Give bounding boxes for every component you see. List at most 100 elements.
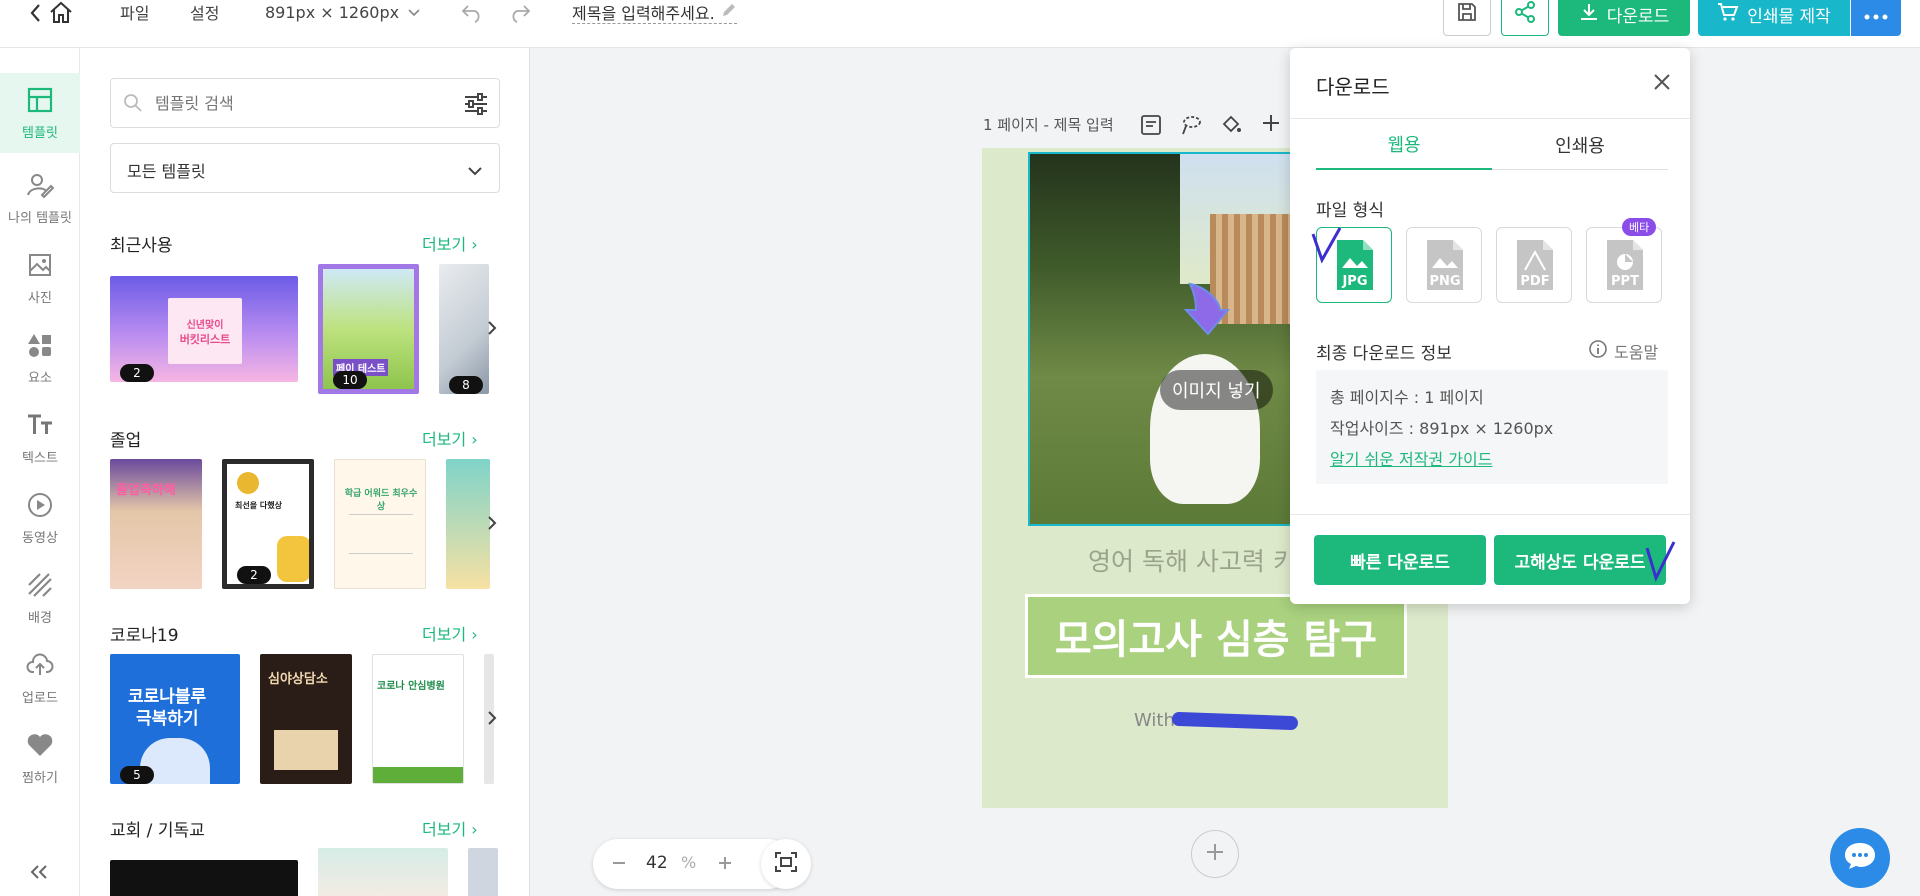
share-button[interactable]	[1501, 0, 1549, 36]
thumb-text: 코로나 안심병원	[377, 681, 445, 692]
text-icon	[26, 411, 54, 447]
collapse-sidebar-icon[interactable]	[28, 864, 50, 884]
sidebar-item-background[interactable]: 배경	[0, 563, 80, 633]
template-icon	[26, 86, 54, 122]
thumb-text: 심야상담소	[268, 672, 328, 687]
add-page-button[interactable]	[1191, 830, 1239, 878]
carousel-next-icon[interactable]	[482, 513, 502, 533]
with-text[interactable]: With	[1134, 710, 1175, 731]
photo-frame[interactable]: 이미지 넣기	[1028, 152, 1292, 526]
final-info-label: 최종 다운로드 정보	[1316, 344, 1452, 364]
hq-download-button[interactable]: 고해상도 다운로드	[1494, 535, 1666, 585]
add-page-icon[interactable]	[1260, 112, 1282, 138]
help-link[interactable]: 도움말	[1588, 339, 1658, 363]
more-link[interactable]: 더보기 ›	[422, 231, 478, 255]
template-thumbnail[interactable]: 심야상담소	[260, 654, 352, 784]
tab-web[interactable]: 웹용	[1316, 120, 1492, 170]
back-icon[interactable]	[28, 2, 44, 24]
template-thumbnail[interactable]: 학급 어워드 최우수상	[334, 459, 426, 589]
more-link[interactable]: 더보기 ›	[422, 816, 478, 840]
size-dropdown[interactable]: 891px × 1260px	[265, 0, 421, 24]
headline-box[interactable]: 모의고사 심층 탐구	[1025, 594, 1407, 678]
save-button[interactable]	[1443, 0, 1491, 36]
design-subtitle[interactable]: 영어 독해 사고력 키	[1088, 542, 1296, 578]
menu-file[interactable]: 파일	[120, 0, 149, 24]
sidebar-item-upload[interactable]: 업로드	[0, 643, 80, 713]
format-pdf[interactable]: PDF	[1496, 227, 1572, 303]
download-modal: 다운로드 웹용 인쇄용 파일 형식 JPG PNG PDF PPT 베타 최종 …	[1290, 48, 1690, 604]
section-title: 졸업	[110, 431, 142, 451]
template-thumbnail[interactable]: 코로나 안심병원	[372, 654, 464, 784]
select-value: 모든 템플릿	[127, 162, 206, 181]
zoom-in-icon[interactable]	[715, 853, 735, 877]
search-input[interactable]	[155, 91, 435, 115]
heart-icon	[26, 731, 54, 767]
sidebar-item-element[interactable]: 요소	[0, 323, 80, 393]
more-label: 더보기	[422, 625, 467, 644]
chevron-right-icon: ›	[471, 430, 478, 449]
sidebar-item-photo[interactable]: 사진	[0, 243, 80, 313]
design-headline: 모의고사 심층 탐구	[1054, 617, 1378, 663]
tab-print[interactable]: 인쇄용	[1492, 120, 1668, 170]
more-link[interactable]: 더보기 ›	[422, 426, 478, 450]
menu-settings[interactable]: 설정	[190, 0, 219, 24]
fit-screen-button[interactable]	[761, 839, 811, 889]
chevron-down-icon	[407, 3, 421, 22]
grass-graphic	[373, 767, 463, 783]
print-button[interactable]: 인쇄물 제작	[1698, 0, 1850, 36]
carousel-next-icon[interactable]	[482, 708, 502, 728]
template-thumbnail[interactable]: 페이 테스트 10	[318, 264, 419, 394]
fast-download-button[interactable]: 빠른 다운로드	[1314, 535, 1486, 585]
undo-icon[interactable]	[460, 0, 484, 24]
tab-web-label: 웹용	[1387, 135, 1421, 156]
paper-graphic	[274, 730, 338, 770]
template-thumbnail[interactable]: 졸업축하해	[110, 459, 202, 589]
template-thumbnail[interactable]: 코로나블루 극복하기 5	[110, 654, 240, 784]
page-label[interactable]: 1 페이지 - 제목 입력	[983, 114, 1114, 135]
template-thumbnail[interactable]: 신년맞이 버킷리스트 2	[110, 276, 298, 382]
format-label: PDF	[1520, 274, 1550, 289]
carousel-next-icon[interactable]	[482, 318, 502, 338]
sidebar-item-template[interactable]: 템플릿	[0, 73, 80, 153]
page-count-badge: 8	[449, 376, 483, 394]
more-link[interactable]: 더보기 ›	[422, 621, 478, 645]
section-title: 코로나19	[110, 626, 179, 646]
redo-icon[interactable]	[508, 0, 532, 24]
close-icon[interactable]	[1652, 72, 1672, 96]
format-png[interactable]: PNG	[1406, 227, 1482, 303]
format-ppt[interactable]: PPT	[1586, 227, 1662, 303]
template-thumbnail[interactable]: 최선을 다했상 2	[222, 459, 314, 589]
zoom-out-icon[interactable]	[609, 853, 629, 877]
lasso-icon[interactable]	[1180, 114, 1202, 140]
memo-icon[interactable]	[1140, 114, 1162, 140]
modal-title: 다운로드	[1316, 75, 1390, 99]
download-button[interactable]: 다운로드	[1558, 0, 1690, 36]
background-icon	[26, 571, 54, 607]
print-label: 인쇄물 제작	[1747, 6, 1831, 27]
sidebar-item-video[interactable]: 동영상	[0, 483, 80, 553]
sidebar-label: 템플릿	[22, 125, 58, 141]
template-thumbnail[interactable]	[468, 848, 498, 896]
sidebar-item-my-template[interactable]: 나의 템플릿	[0, 163, 80, 233]
paint-bucket-icon[interactable]	[1220, 114, 1242, 140]
chevron-right-icon: ›	[471, 820, 478, 839]
download-label: 다운로드	[1606, 6, 1670, 27]
document-title[interactable]: 제목을 입력해주세요.	[572, 0, 737, 24]
size-label: 891px × 1260px	[265, 2, 400, 22]
chat-support-button[interactable]	[1830, 828, 1890, 888]
beta-badge: 베타	[1622, 218, 1657, 236]
home-icon[interactable]	[48, 0, 74, 24]
template-thumbnail[interactable]	[318, 848, 448, 896]
more-menu-button[interactable]	[1851, 0, 1901, 36]
sidebar-label: 배경	[28, 610, 52, 626]
sidebar-item-text[interactable]: 텍스트	[0, 403, 80, 473]
medal-graphic	[237, 472, 259, 494]
insert-image-label[interactable]: 이미지 넣기	[1160, 370, 1273, 410]
copyright-guide-link[interactable]: 알기 쉬운 저작권 가이드	[1330, 446, 1492, 470]
zoom-value[interactable]: 42	[646, 853, 668, 873]
zoom-unit: %	[681, 853, 697, 872]
template-thumbnail[interactable]	[110, 860, 298, 896]
sidebar-item-favorite[interactable]: 찜하기	[0, 723, 80, 793]
filter-icon[interactable]	[463, 92, 489, 120]
template-category-select[interactable]: 모든 템플릿	[110, 143, 500, 193]
